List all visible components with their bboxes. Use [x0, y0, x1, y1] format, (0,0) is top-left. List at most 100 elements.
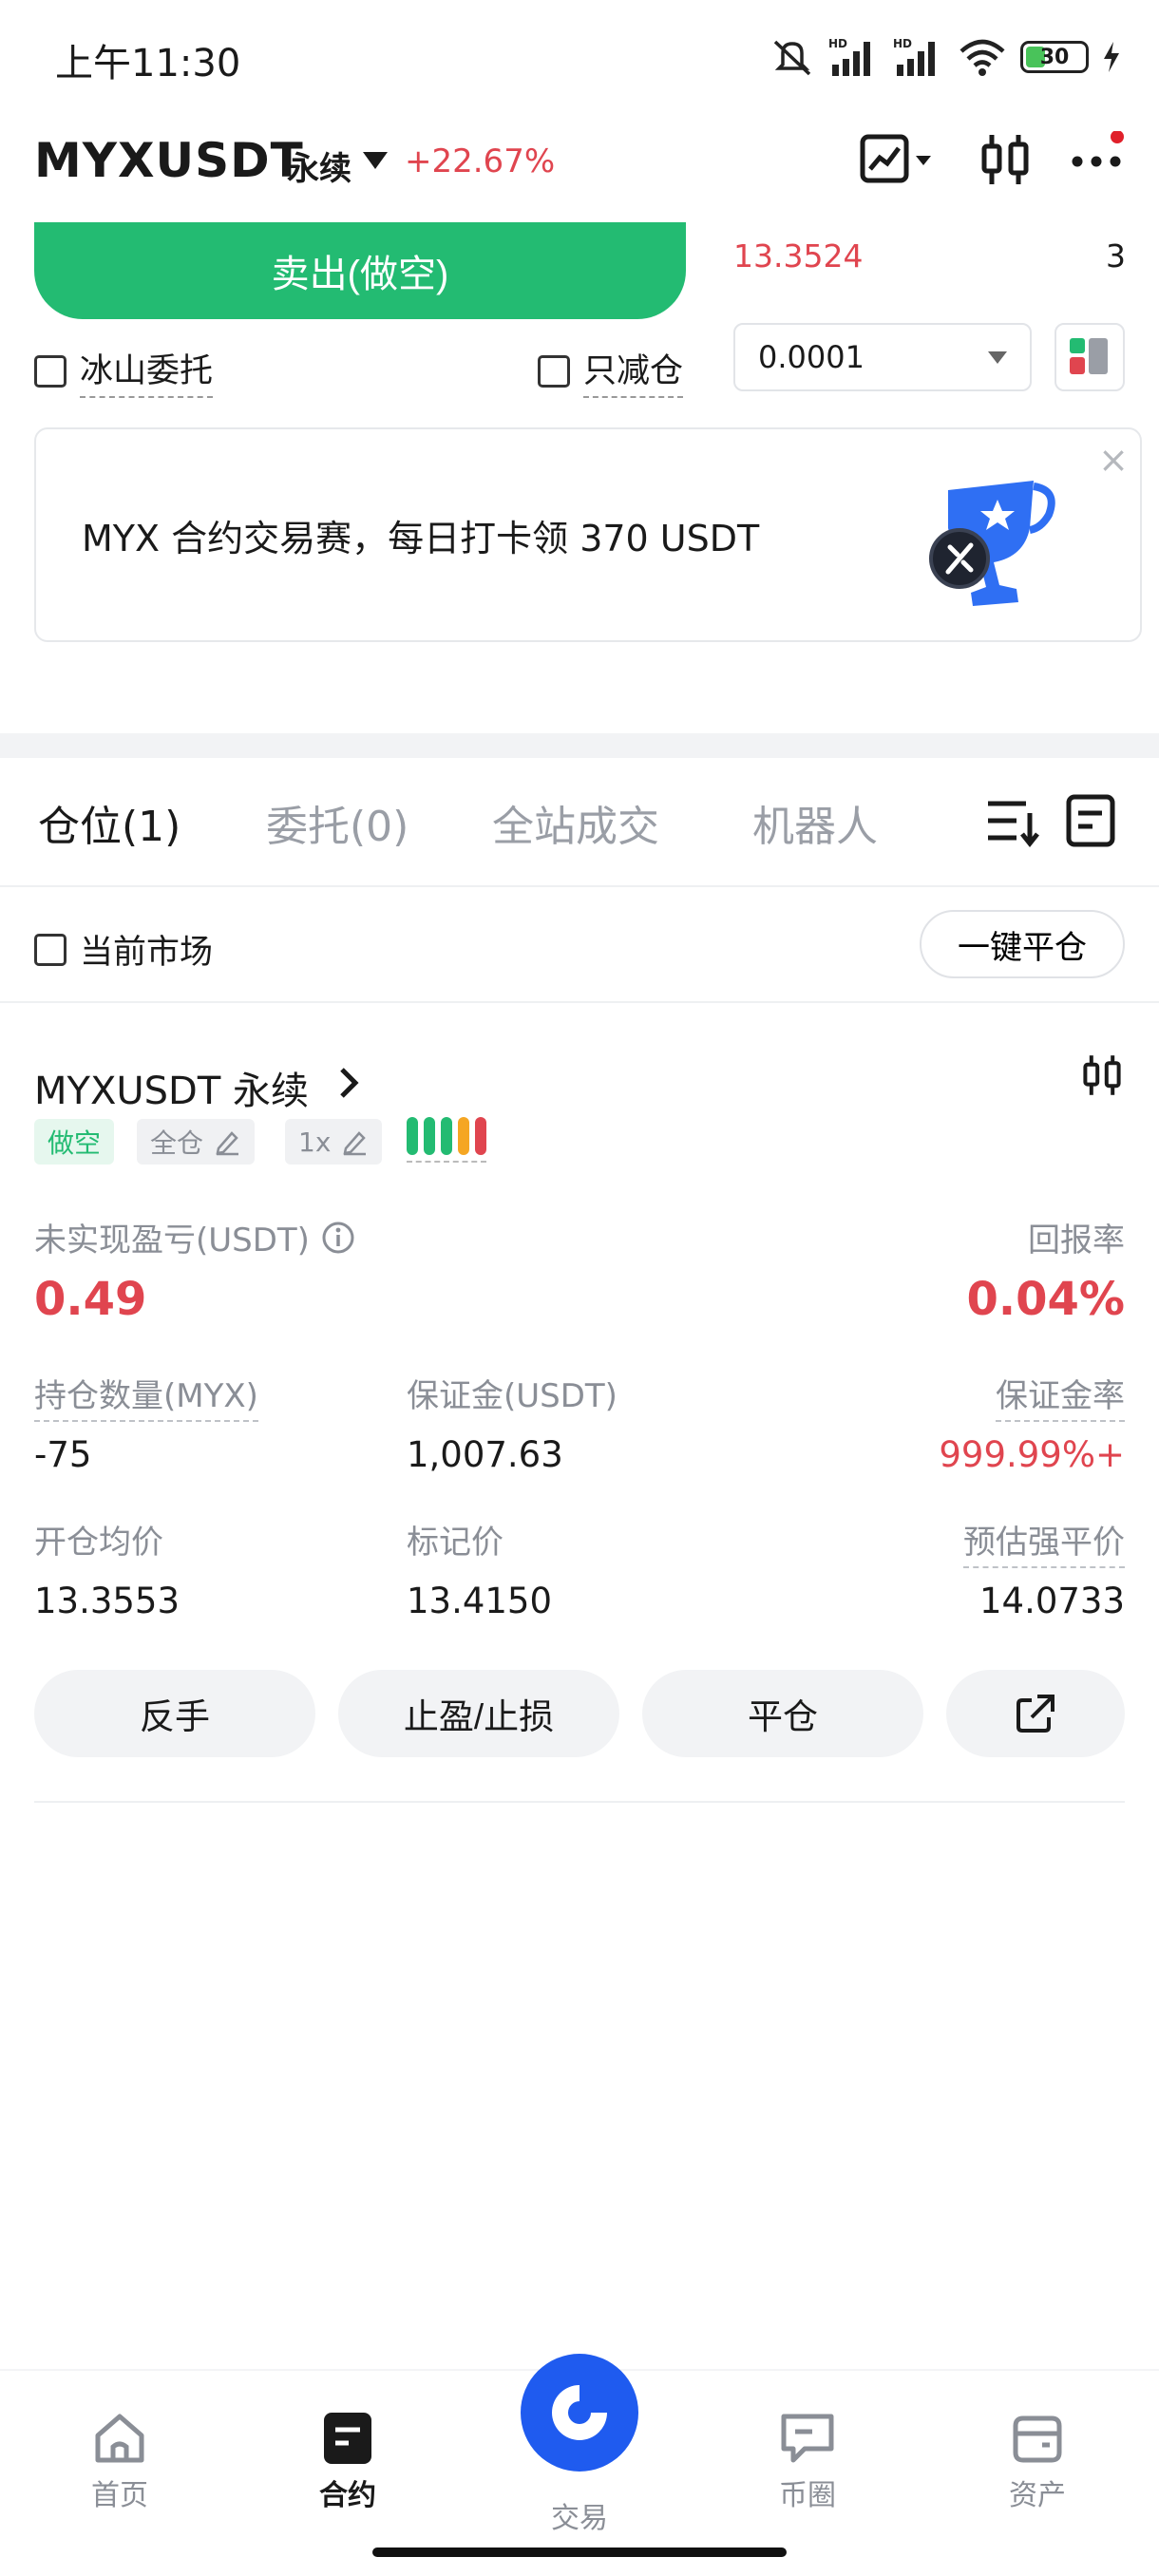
unrealized-pnl-label: 未实现盈亏(USDT) [34, 1222, 310, 1260]
reverse-button[interactable]: 反手 [34, 1670, 315, 1757]
margin-label: 保证金(USDT) [407, 1377, 618, 1415]
nav-trade-label[interactable]: 交易 [551, 2494, 608, 2536]
svg-text:HD: HD [893, 37, 912, 50]
more-button[interactable] [1070, 131, 1127, 188]
iceberg-label[interactable]: 冰山委托 [80, 344, 214, 398]
liq-price-label[interactable]: 预估强平价 [963, 1516, 1125, 1568]
leverage-tag[interactable]: 1x [285, 1119, 383, 1165]
nav-assets[interactable]: 资产 [961, 2409, 1113, 2513]
candlestick-button[interactable] [977, 131, 1034, 188]
current-market-label[interactable]: 当前市场 [80, 925, 213, 974]
nav-futures[interactable]: 合约 [272, 2409, 424, 2513]
edit-icon[interactable] [340, 1127, 369, 1156]
contract-type-dropdown[interactable]: 永续 [287, 142, 352, 189]
share-icon[interactable] [1015, 1693, 1056, 1734]
nav-assets-label[interactable]: 资产 [1009, 2472, 1066, 2513]
divider [34, 1801, 1125, 1803]
status-icons: HD HD 30 [770, 28, 1121, 85]
divider [0, 1001, 1159, 1003]
reduce-only-label[interactable]: 只减仓 [583, 344, 684, 398]
futures-icon[interactable] [318, 2409, 377, 2468]
wallet-icon[interactable] [1008, 2409, 1067, 2468]
tp-sl-button[interactable]: 止盈/止损 [338, 1670, 619, 1757]
share-button[interactable] [946, 1670, 1125, 1757]
wifi-icon [960, 39, 1005, 76]
nav-community-label[interactable]: 币圈 [779, 2472, 836, 2513]
candlestick-icon[interactable] [977, 131, 1034, 188]
caret-down-icon [988, 350, 1007, 364]
signal-hd-icon: HD [893, 37, 935, 76]
chevron-right-icon[interactable] [336, 1066, 363, 1100]
sort-filter-icon[interactable] [984, 794, 1041, 847]
home-indicator[interactable] [372, 2548, 787, 2557]
margin-ratio-label[interactable]: 保证金率 [996, 1370, 1125, 1422]
orderbook-layout-icon[interactable] [1056, 325, 1123, 389]
info-icon[interactable] [321, 1221, 355, 1255]
margin-value: 1,007.63 [407, 1434, 563, 1475]
close-icon[interactable]: × [1098, 439, 1129, 481]
tab-bots[interactable]: 机器人 [752, 792, 878, 853]
current-market-option[interactable]: 当前市场 [34, 925, 213, 974]
status-time: 上午11:30 [55, 42, 241, 85]
trade-fab-button[interactable] [521, 2354, 638, 2472]
nav-community[interactable]: 币圈 [732, 2409, 884, 2513]
divider [0, 885, 1159, 887]
precision-select[interactable]: 0.0001 [733, 323, 1032, 391]
section-separator [0, 733, 1159, 758]
margin-mode-label: 全仓 [150, 1127, 204, 1159]
tab-orders[interactable]: 委托(0) [266, 792, 408, 853]
caret-down-icon[interactable] [363, 152, 388, 169]
battery-icon: 30 [1020, 41, 1089, 73]
reduce-only-option[interactable]: 只减仓 [538, 344, 684, 398]
price-change: +22.67% [405, 142, 556, 180]
close-position-button[interactable]: 平仓 [642, 1670, 923, 1757]
reduce-only-checkbox[interactable] [538, 354, 570, 388]
chart-toggle[interactable] [859, 131, 935, 188]
size-label[interactable]: 持仓数量(MYX) [34, 1370, 258, 1422]
current-market-checkbox[interactable] [34, 933, 66, 966]
candlestick-icon[interactable] [1079, 1052, 1125, 1098]
liq-price-value: 14.0733 [978, 1581, 1125, 1621]
unrealized-pnl-header: 未实现盈亏(USDT) [34, 1214, 355, 1260]
home-icon[interactable] [90, 2409, 149, 2468]
banner-text[interactable]: MYX 合约交易赛，每日打卡领 370 USDT [82, 509, 759, 561]
iceberg-option[interactable]: 冰山委托 [34, 344, 214, 398]
orderbook-qty: 3 [1106, 237, 1126, 275]
nav-futures-label[interactable]: 合约 [319, 2472, 376, 2513]
mute-icon [773, 40, 811, 76]
close-all-button[interactable]: 一键平仓 [920, 910, 1125, 978]
symbol-title[interactable]: MYXUSDT [34, 133, 304, 188]
nav-home[interactable]: 首页 [44, 2409, 196, 2513]
tab-all-trades[interactable]: 全站成交 [492, 792, 659, 853]
leverage-label: 1x [298, 1126, 332, 1158]
margin-mode-tag[interactable]: 全仓 [137, 1119, 256, 1165]
iceberg-checkbox[interactable] [34, 354, 66, 388]
adl-indicator[interactable] [407, 1117, 486, 1163]
tab-positions[interactable]: 仓位(1) [38, 792, 180, 853]
roe-label: 回报率 [1028, 1222, 1125, 1260]
edit-icon[interactable] [213, 1127, 241, 1156]
mark-price-label: 标记价 [407, 1524, 504, 1562]
mark-price-value: 13.4150 [407, 1581, 553, 1621]
chart-icon[interactable] [859, 131, 935, 188]
size-value: -75 [34, 1434, 92, 1475]
precision-value: 0.0001 [758, 339, 864, 375]
bottom-nav: 首页 合约 交易 币圈 资产 [0, 2354, 1159, 2576]
unrealized-pnl-value: 0.49 [34, 1273, 147, 1326]
more-icon[interactable] [1070, 131, 1127, 188]
entry-price-value: 13.3553 [34, 1581, 180, 1621]
orderbook-layout-button[interactable] [1054, 323, 1125, 391]
nav-trade[interactable]: 交易 [504, 2494, 656, 2536]
history-document-icon[interactable] [1064, 792, 1117, 849]
sell-short-button[interactable]: 卖出(做空) [34, 222, 686, 319]
trade-logo-icon[interactable] [546, 2379, 613, 2446]
side-tag: 做空 [34, 1119, 115, 1165]
chat-icon[interactable] [778, 2409, 837, 2468]
promo-banner[interactable]: MYX 合约交易赛，每日打卡领 370 USDT × [34, 427, 1142, 642]
nav-home-label[interactable]: 首页 [91, 2472, 148, 2513]
position-symbol[interactable]: MYXUSDT 永续 [34, 1060, 309, 1115]
entry-price-label: 开仓均价 [34, 1524, 163, 1562]
trophy-icon [929, 481, 1055, 606]
signal-hd-icon: HD [828, 37, 870, 76]
orderbook-price[interactable]: 13.3524 [733, 237, 863, 275]
